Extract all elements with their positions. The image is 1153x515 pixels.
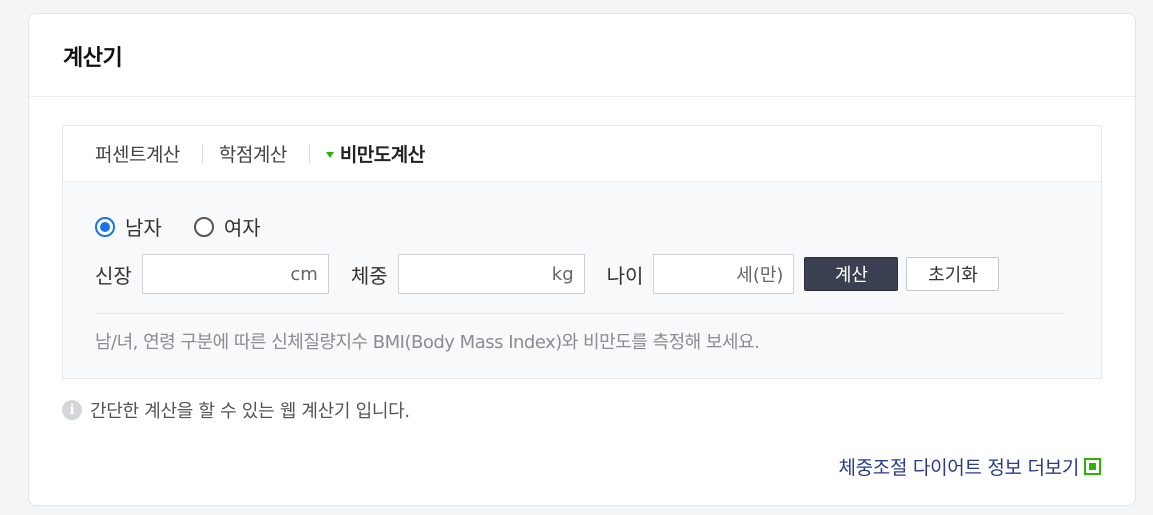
tab-divider: [308, 143, 310, 164]
weight-input[interactable]: kg: [397, 254, 585, 294]
reset-button[interactable]: 초기화: [906, 257, 1000, 291]
gender-female-option[interactable]: 여자: [193, 212, 261, 241]
card-title: 계산기: [63, 46, 123, 71]
tab-label: 비만도계산: [339, 144, 425, 166]
info-icon: i: [62, 400, 82, 420]
tab-grade[interactable]: 학점계산: [219, 140, 287, 167]
tab-bmi[interactable]: 비만도계산: [325, 140, 425, 167]
active-arrow-icon: [325, 151, 334, 158]
diet-info-more-link[interactable]: 체중조절 다이어트 정보 더보기: [838, 453, 1101, 480]
calculator-panel: 퍼센트계산 학점계산 비만도계산 남자 여자 신장 cm 체중 kg 나이 세(…: [62, 125, 1102, 379]
female-label: 여자: [223, 216, 261, 240]
calculator-card: 계산기 퍼센트계산 학점계산 비만도계산 남자 여자 신장 cm 체중 kg 나…: [28, 13, 1136, 506]
male-label: 남자: [125, 216, 162, 240]
height-label: 신장: [95, 263, 132, 288]
tab-label: 퍼센트계산: [95, 144, 180, 166]
weight-label: 체중: [350, 263, 388, 288]
female-radio[interactable]: [193, 216, 214, 237]
weight-unit: kg: [551, 263, 574, 285]
age-input[interactable]: 세(만): [653, 254, 795, 294]
card-header: 계산기: [29, 14, 1135, 97]
gender-selector: 남자 여자: [95, 212, 293, 241]
height-unit: cm: [290, 263, 318, 285]
external-link-icon: [1084, 458, 1101, 475]
age-unit: 세(만): [736, 265, 784, 286]
age-label: 나이: [606, 263, 644, 288]
bmi-input-row: 신장 cm 체중 kg 나이 세(만) 계산 초기화: [95, 254, 1000, 294]
bmi-calculator-body: 남자 여자 신장 cm 체중 kg 나이 세(만) 계산 초기화 남/녀, 연령…: [63, 182, 1101, 378]
tab-label: 학점계산: [218, 144, 287, 166]
tab-percent[interactable]: 퍼센트계산: [95, 140, 180, 167]
tab-divider: [201, 143, 203, 164]
bmi-description: 남/녀, 연령 구분에 따른 신체질량지수 BMI(Body Mass Inde…: [95, 332, 760, 353]
divider: [95, 313, 1065, 314]
info-text: 간단한 계산을 할 수 있는 웹 계산기 입니다.: [90, 401, 410, 422]
more-link-label: 체중조절 다이어트 정보 더보기: [838, 457, 1079, 479]
gender-male-option[interactable]: 남자: [95, 212, 162, 241]
male-radio[interactable]: [95, 216, 115, 237]
info-note: i 간단한 계산을 할 수 있는 웹 계산기 입니다.: [62, 397, 410, 423]
height-input[interactable]: cm: [141, 254, 329, 294]
calculate-button[interactable]: 계산: [804, 257, 899, 291]
calculator-tabs: 퍼센트계산 학점계산 비만도계산: [63, 126, 1101, 182]
